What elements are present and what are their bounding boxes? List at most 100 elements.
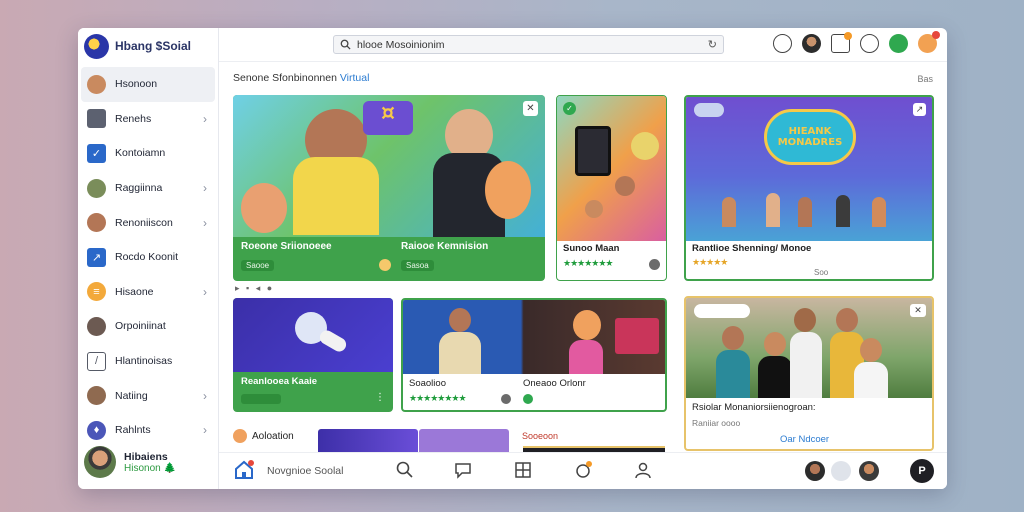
smile-icon[interactable] (860, 34, 879, 53)
card-image (403, 300, 665, 374)
gift-icon[interactable] (831, 32, 852, 53)
publish-button[interactable]: P (910, 459, 934, 483)
badge-icon: ≡ (87, 282, 106, 302)
close-icon[interactable]: ✕ (523, 101, 538, 116)
tag-badge: Saooe (241, 260, 275, 271)
card-image: ✓ (557, 96, 666, 241)
grid-icon[interactable] (513, 460, 533, 480)
category-icon (233, 429, 247, 443)
search-bar[interactable]: ↻ (333, 35, 724, 54)
content-card[interactable]: HIEANK MONADRES ↗ Rantlioe Shenning/ Mon… (684, 95, 934, 281)
card-meta: Raniiar oooo (692, 418, 741, 428)
avatar-icon (87, 74, 106, 94)
top-icons (773, 31, 940, 53)
sidebar-item-0[interactable]: Hsonoon (81, 67, 215, 102)
avatar (84, 446, 116, 478)
card-image: ¤ ✕ (233, 95, 545, 237)
content-card[interactable]: ✓ Sunoo Maan ★★★★★★★ (556, 95, 667, 281)
app-title: Hbang $Soial (115, 39, 192, 53)
folder-icon (87, 109, 106, 129)
play-icon[interactable] (501, 394, 511, 404)
user-profile[interactable]: Hibaiens Hisonon 🌲 (84, 446, 176, 478)
more-icon[interactable] (649, 259, 660, 270)
chevron-right-icon: › (203, 284, 207, 299)
profile-icon[interactable] (633, 460, 653, 480)
content-card[interactable]: ✕ Rsiolar Monaniorsiienogroan: Raniiar o… (684, 296, 934, 451)
sidebar-item-5[interactable]: ↗ Rocdo Koonit (81, 240, 215, 275)
avatar-icon (87, 386, 106, 406)
content-card[interactable]: Soaolioo Oneaoo Orlonr ★★★★★★★★ (401, 298, 667, 412)
search-input[interactable] (357, 38, 687, 51)
card-image (233, 298, 393, 372)
notifications-icon[interactable] (573, 460, 593, 480)
more-icon[interactable]: ⋮ (375, 392, 385, 403)
section-title-accent: Virtual (339, 72, 370, 84)
row-label: Sooeoon (522, 431, 559, 441)
avatar[interactable] (831, 461, 851, 481)
chevron-right-icon: › (203, 423, 207, 438)
card-title: Roeone Sriionoeee (241, 241, 332, 252)
rating-stars: ★★★★★ (692, 257, 728, 267)
status-icon (523, 394, 533, 404)
bottom-nav-label: Novgnioe Soolal (267, 465, 344, 477)
content-card[interactable]: Reanlooea Kaaie ⋮ (233, 298, 393, 412)
share-icon[interactable]: ✕ (910, 304, 926, 317)
shield-icon: ♦ (87, 420, 106, 440)
sidebar-item-4[interactable]: Renoniiscon › (81, 205, 215, 240)
chevron-right-icon: › (203, 111, 207, 126)
card-title: Soaolioo (409, 378, 446, 389)
home-icon[interactable] (233, 459, 255, 481)
sidebar-item-9[interactable]: Natiing › (81, 378, 215, 413)
refresh-icon[interactable]: ↻ (708, 38, 717, 51)
sidebar-item-label: Renehs (115, 112, 152, 125)
sidebar-item-label: Hisaone (115, 285, 154, 298)
sidebar-item-2[interactable]: ✓ Kontoiamn (81, 136, 215, 171)
sidebar-item-3[interactable]: Raggiinna › (81, 171, 215, 206)
card-title: Sunoo Maan (563, 243, 620, 254)
sidebar-item-10[interactable]: ♦ Rahlnts › (81, 413, 215, 448)
chevron-right-icon: › (203, 388, 207, 403)
brand-logo-icon (84, 33, 109, 59)
carousel-dots[interactable]: ▸ ▪ ◂ ● (235, 283, 274, 294)
avatar[interactable] (805, 461, 825, 481)
section-title: Senone Sfonbinonnen Virtual (233, 72, 369, 84)
avatar[interactable] (802, 34, 821, 53)
sidebar-item-8[interactable]: / Hlantinoisas (81, 344, 215, 379)
sidebar-item-6[interactable]: ≡ Hisaone › (81, 275, 215, 310)
camera-icon[interactable] (773, 34, 792, 53)
sidebar-item-label: Hsonoon (115, 78, 158, 91)
profile-status: Hisonon 🌲 (124, 462, 176, 474)
see-all-link[interactable]: Bas (917, 74, 933, 84)
coin-icon (379, 259, 391, 271)
sidebar-item-1[interactable]: Renehs › (81, 102, 215, 137)
sidebar-item-label: Rocdo Koonit (115, 251, 179, 264)
avatar[interactable] (859, 461, 879, 481)
sidebar-item-7[interactable]: Orpoiniinat (81, 309, 215, 344)
user-menu-icon[interactable] (918, 31, 940, 53)
card-image: HIEANK MONADRES ↗ (686, 97, 932, 241)
section-title-main: Senone Sfonbinonnen (233, 72, 337, 84)
expand-icon[interactable]: ↗ (913, 103, 926, 116)
sidebar-item-label: Kontoiamn (115, 147, 166, 160)
card-title: Oneaoo Orlonr (523, 378, 586, 389)
card-link[interactable]: Oar Ndcoer (780, 434, 829, 445)
card-title: Reanlooea Kaaie (241, 376, 318, 387)
card-title: Raiooe Kemnision (401, 241, 489, 252)
card-image[interactable] (318, 429, 418, 452)
card-meta: Soo (814, 268, 829, 277)
sidebar-item-label: Raggiinna (115, 182, 163, 195)
search-icon (340, 39, 351, 50)
sidebar-item-label: Hlantinoisas (115, 355, 173, 368)
card-image[interactable] (419, 429, 509, 452)
chat-icon[interactable] (453, 460, 473, 480)
sidebar-item-label: Natiing (115, 389, 148, 402)
row-label: Aoloation (233, 429, 294, 443)
status-icon[interactable] (889, 34, 908, 53)
sidebar-item-label: Orpoiniinat (115, 320, 166, 333)
card-title: Rsiolar Monaniorsiienogroan: (692, 402, 816, 413)
content-card[interactable]: ¤ ✕ Roeone Sriionoeee Raiooe Kemnision S… (233, 95, 545, 281)
avatar-icon (87, 178, 106, 198)
search-icon[interactable] (395, 460, 415, 480)
sidebar-item-label: Renoniiscon (115, 216, 173, 229)
brand[interactable]: Hbang $Soial (84, 33, 191, 59)
